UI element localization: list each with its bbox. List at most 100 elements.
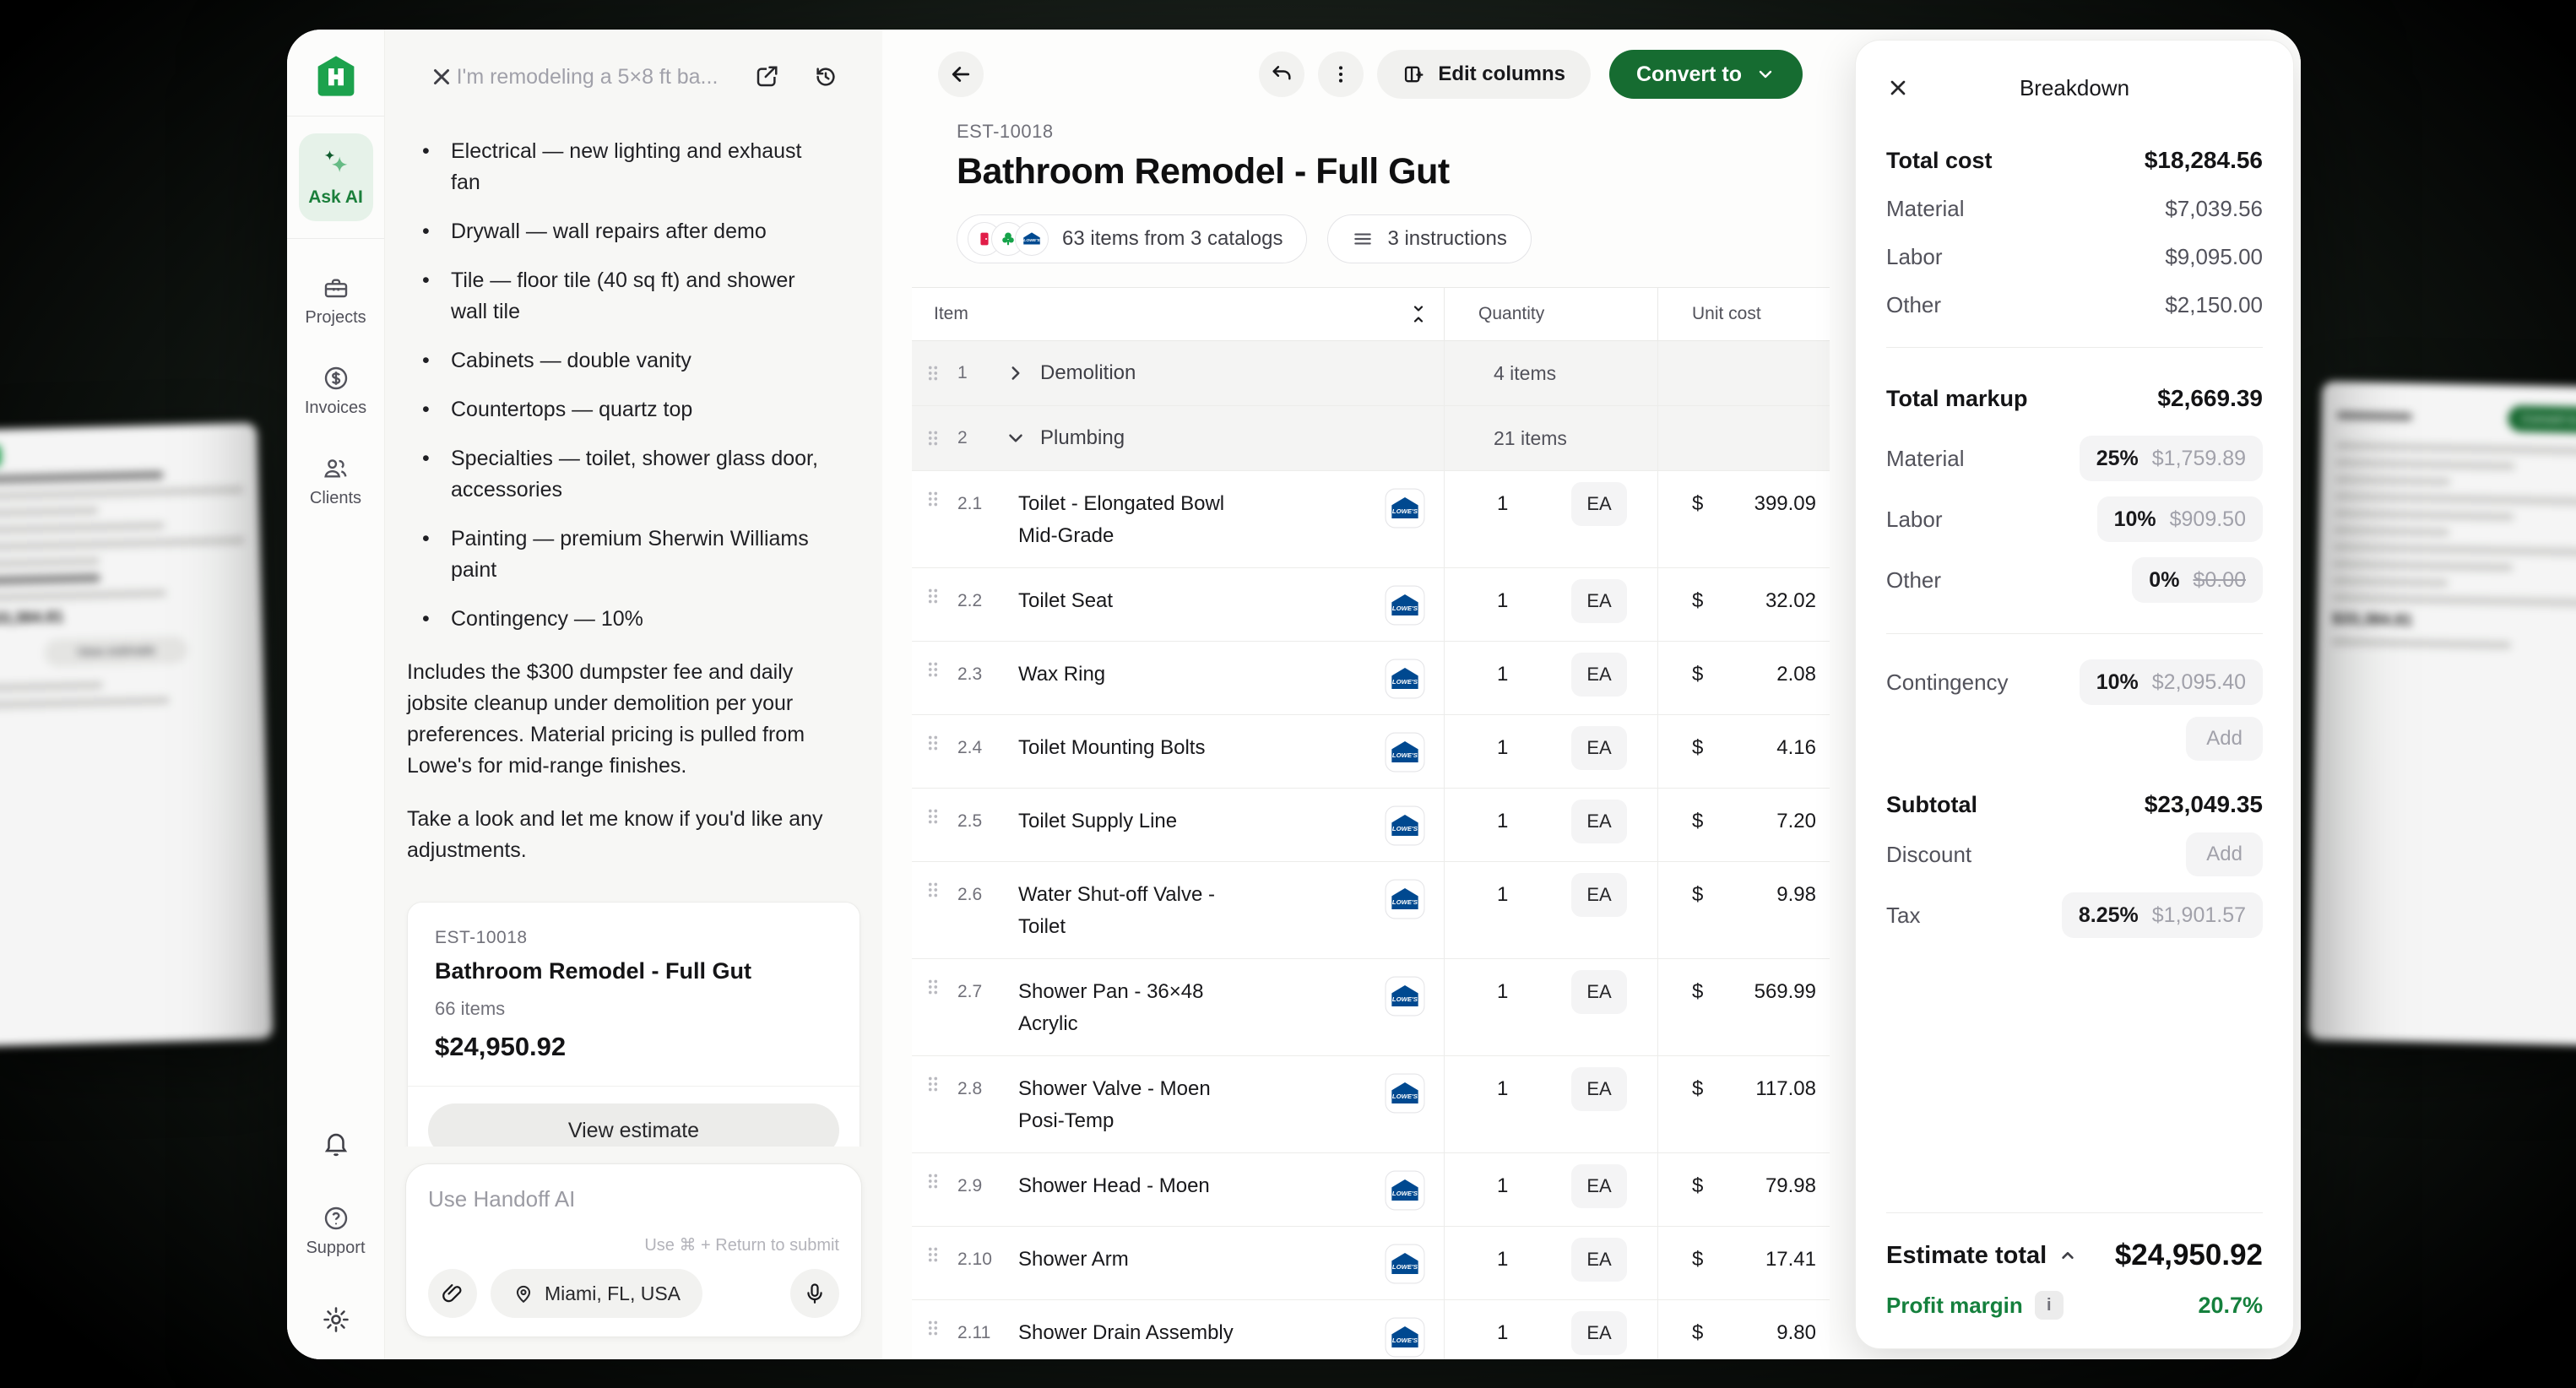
expand-chevron-icon[interactable]: [1005, 427, 1027, 449]
table-group-row[interactable]: 2 Plumbing 21 items: [912, 406, 1830, 471]
lowes-vendor-icon[interactable]: LOWE'S: [1385, 732, 1425, 773]
drag-handle-icon[interactable]: [924, 976, 946, 998]
quantity-value[interactable]: 1: [1497, 805, 1508, 838]
notifications-bell-icon[interactable]: [322, 1129, 350, 1158]
unit-cost-value[interactable]: 17.41: [1765, 1244, 1816, 1276]
table-row[interactable]: 2.1 Toilet - Elongated Bowl Mid-Grade LO…: [912, 471, 1830, 568]
sidebar-item-invoices[interactable]: Invoices: [305, 365, 366, 418]
table-row[interactable]: 2.8 Shower Valve - Moen Posi-Temp LOWE'S…: [912, 1056, 1830, 1153]
history-icon[interactable]: [813, 64, 838, 89]
expand-chevron-icon[interactable]: [1005, 362, 1027, 384]
lowes-vendor-icon[interactable]: LOWE'S: [1385, 585, 1425, 626]
unit-cost-value[interactable]: 9.98: [1776, 879, 1816, 911]
table-row[interactable]: 2.11 Shower Drain Assembly LOWE'S 1 EA $…: [912, 1300, 1830, 1359]
lowes-vendor-icon[interactable]: LOWE'S: [1385, 659, 1425, 699]
quantity-value[interactable]: 1: [1497, 976, 1508, 1008]
quantity-value[interactable]: 1: [1497, 659, 1508, 691]
sidebar-item-ask-ai[interactable]: Ask AI: [299, 133, 373, 221]
info-icon[interactable]: i: [2035, 1291, 2064, 1320]
unit-chip[interactable]: EA: [1571, 1238, 1627, 1282]
unit-chip[interactable]: EA: [1571, 726, 1627, 770]
lowes-vendor-icon[interactable]: LOWE'S: [1385, 976, 1425, 1017]
attach-button[interactable]: [428, 1269, 477, 1318]
unit-cost-value[interactable]: 4.16: [1776, 732, 1816, 764]
unit-cost-value[interactable]: 32.02: [1765, 585, 1816, 617]
table-group-row[interactable]: 1 Demolition 4 items: [912, 341, 1830, 406]
quantity-value[interactable]: 1: [1497, 1073, 1508, 1105]
lowes-vendor-icon[interactable]: LOWE'S: [1385, 1317, 1425, 1358]
chat-title[interactable]: I'm remodeling a 5×8 ft ba...: [454, 65, 720, 89]
unit-chip[interactable]: EA: [1571, 1311, 1627, 1355]
close-breakdown-icon[interactable]: [1886, 76, 1910, 100]
sidebar-item-support[interactable]: Support: [306, 1205, 365, 1258]
contingency-chip[interactable]: 10% $2,095.40: [2080, 659, 2263, 705]
close-icon[interactable]: [429, 64, 454, 89]
table-row[interactable]: 2.2 Toilet Seat LOWE'S 1 EA $ 32.02: [912, 568, 1830, 642]
quantity-value[interactable]: 1: [1497, 879, 1508, 911]
lowes-vendor-icon[interactable]: LOWE'S: [1385, 1073, 1425, 1114]
quantity-value[interactable]: 1: [1497, 1317, 1508, 1349]
drag-handle-icon[interactable]: [924, 585, 946, 607]
quantity-value[interactable]: 1: [1497, 488, 1508, 520]
unit-chip[interactable]: EA: [1571, 579, 1627, 623]
undo-button[interactable]: [1259, 52, 1304, 97]
unit-cost-value[interactable]: 7.20: [1776, 805, 1816, 838]
table-row[interactable]: 2.4 Toilet Mounting Bolts LOWE'S 1 EA $ …: [912, 715, 1830, 789]
lowes-vendor-icon[interactable]: LOWE'S: [1385, 1244, 1425, 1284]
drag-handle-icon[interactable]: [924, 879, 946, 901]
unit-chip[interactable]: EA: [1571, 1164, 1627, 1208]
quantity-value[interactable]: 1: [1497, 585, 1508, 617]
drag-handle-icon[interactable]: [924, 1170, 946, 1192]
markup-chip[interactable]: 25% $1,759.89: [2080, 436, 2263, 481]
unit-cost-value[interactable]: 569.99: [1754, 976, 1816, 1008]
unit-chip[interactable]: EA: [1571, 1067, 1627, 1111]
unit-cost-value[interactable]: 2.08: [1776, 659, 1816, 691]
instructions-badge[interactable]: 3 instructions: [1327, 214, 1531, 263]
unit-chip[interactable]: EA: [1571, 873, 1627, 917]
new-chat-icon[interactable]: [754, 64, 779, 89]
markup-chip[interactable]: 10% $909.50: [2097, 496, 2263, 542]
ai-composer[interactable]: Use Handoff AI Use ⌘ + Return to submit …: [405, 1163, 862, 1337]
edit-columns-button[interactable]: Edit columns: [1377, 50, 1591, 99]
table-row[interactable]: 2.3 Wax Ring LOWE'S 1 EA $ 2.08: [912, 642, 1830, 715]
drag-handle-icon[interactable]: [924, 488, 946, 510]
unit-chip[interactable]: EA: [1571, 970, 1627, 1014]
view-estimate-button[interactable]: View estimate: [428, 1103, 839, 1147]
unit-chip[interactable]: EA: [1571, 482, 1627, 526]
drag-handle-icon[interactable]: [924, 659, 946, 680]
quantity-value[interactable]: 1: [1497, 732, 1508, 764]
more-options-button[interactable]: [1318, 52, 1364, 97]
table-row[interactable]: 2.5 Toilet Supply Line LOWE'S 1 EA $ 7.2…: [912, 789, 1830, 862]
collapse-all-icon[interactable]: [1408, 304, 1429, 324]
quantity-value[interactable]: 1: [1497, 1244, 1508, 1276]
location-chip[interactable]: Miami, FL, USA: [491, 1269, 702, 1318]
lowes-vendor-icon[interactable]: LOWE'S: [1385, 488, 1425, 529]
catalogs-badge[interactable]: LOWE'S 63 items from 3 catalogs: [957, 214, 1307, 263]
lowes-vendor-icon[interactable]: LOWE'S: [1385, 805, 1425, 846]
drag-handle-icon[interactable]: [924, 732, 946, 754]
table-row[interactable]: 2.9 Shower Head - Moen LOWE'S 1 EA $ 79.…: [912, 1153, 1830, 1227]
drag-handle-icon[interactable]: [924, 362, 946, 384]
markup-chip[interactable]: 0% $0.00: [2132, 557, 2263, 603]
settings-gear-icon[interactable]: [322, 1305, 350, 1334]
sidebar-item-projects[interactable]: Projects: [305, 274, 366, 328]
add-contingency-button[interactable]: Add: [2186, 717, 2263, 761]
table-row[interactable]: 2.10 Shower Arm LOWE'S 1 EA $ 17.41: [912, 1227, 1830, 1300]
estimate-total-toggle[interactable]: Estimate total: [1886, 1242, 2079, 1270]
back-button[interactable]: [938, 52, 984, 97]
unit-chip[interactable]: EA: [1571, 800, 1627, 843]
handoff-logo-icon[interactable]: [313, 53, 359, 99]
table-row[interactable]: 2.6 Water Shut-off Valve - Toilet LOWE'S…: [912, 862, 1830, 959]
drag-handle-icon[interactable]: [924, 1317, 946, 1339]
drag-handle-icon[interactable]: [924, 427, 946, 449]
sidebar-item-clients[interactable]: Clients: [310, 455, 361, 508]
drag-handle-icon[interactable]: [924, 1073, 946, 1095]
quantity-value[interactable]: 1: [1497, 1170, 1508, 1202]
lowes-vendor-icon[interactable]: LOWE'S: [1385, 879, 1425, 919]
drag-handle-icon[interactable]: [924, 1244, 946, 1266]
unit-cost-value[interactable]: 399.09: [1754, 488, 1816, 520]
unit-chip[interactable]: EA: [1571, 653, 1627, 697]
unit-cost-value[interactable]: 79.98: [1765, 1170, 1816, 1202]
unit-cost-value[interactable]: 9.80: [1776, 1317, 1816, 1349]
drag-handle-icon[interactable]: [924, 805, 946, 827]
